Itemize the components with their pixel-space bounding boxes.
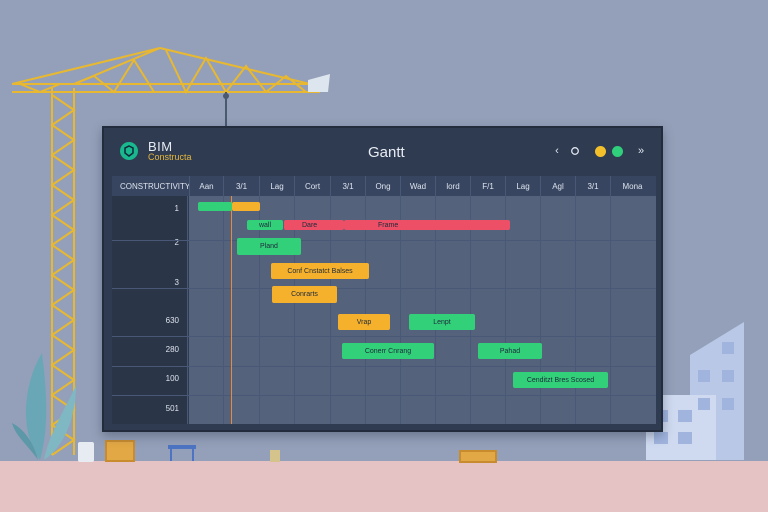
column-header: Lag — [259, 176, 294, 196]
first-column-header: CONSTRUCTIVITY — [120, 182, 191, 191]
column-header: F/1 — [470, 176, 505, 196]
brand-subtitle: Constructa — [148, 152, 192, 162]
column-header: Cort — [294, 176, 330, 196]
column-divider — [435, 196, 436, 424]
header-actions: ‹ » — [551, 145, 647, 157]
column-header: 3/1 — [223, 176, 259, 196]
today-marker — [231, 196, 232, 424]
column-divider — [540, 196, 541, 424]
column-header: Agl — [540, 176, 575, 196]
row-label: 501 — [165, 404, 179, 413]
task-bar[interactable]: wall — [247, 220, 283, 230]
row-label: 3 — [174, 278, 179, 287]
vase-illustration — [78, 442, 94, 462]
column-divider — [294, 196, 295, 424]
column-divider — [223, 196, 224, 424]
chevrons-right-icon[interactable]: » — [635, 145, 647, 157]
column-header: 3/1 — [575, 176, 610, 196]
column-divider — [365, 196, 366, 424]
settings-icon[interactable] — [569, 145, 581, 157]
gantt-grid: CONSTRUCTIVITY Aan 3/1 Lag Cort 3/1 Ong … — [112, 176, 656, 424]
status-green-icon[interactable] — [612, 145, 623, 157]
column-header: Aan — [189, 176, 223, 196]
chevron-left-icon[interactable]: ‹ — [551, 145, 563, 157]
row-label: 1 — [174, 204, 179, 213]
column-header: Wad — [400, 176, 435, 196]
row-label: 280 — [165, 345, 179, 354]
task-bar[interactable]: Conerr Cnrang — [342, 343, 434, 359]
plant-illustration — [12, 353, 76, 460]
bucket-illustration — [270, 450, 280, 462]
column-header: Mona — [610, 176, 654, 196]
column-divider — [470, 196, 471, 424]
bench-leg-illustration — [170, 449, 194, 461]
task-bar[interactable]: Conrarts — [272, 286, 337, 303]
column-header: Lag — [505, 176, 540, 196]
crate-illustration — [105, 440, 135, 462]
column-divider — [259, 196, 260, 424]
row-label: 630 — [165, 316, 179, 325]
task-bar[interactable] — [198, 202, 232, 211]
app-header: BIM Constructa Gantt ‹ » — [104, 128, 661, 174]
task-bar[interactable]: Dare — [284, 220, 344, 230]
column-divider — [400, 196, 401, 424]
timeline-header: CONSTRUCTIVITY Aan 3/1 Lag Cort 3/1 Ong … — [112, 176, 656, 196]
column-header: lord — [435, 176, 470, 196]
gantt-app-window: BIM Constructa Gantt ‹ » CONSTRUCTIVITY … — [102, 126, 663, 432]
task-bar[interactable]: Pahad — [478, 343, 542, 359]
task-bar[interactable]: Lenpt — [409, 314, 475, 330]
status-yellow-icon[interactable] — [595, 145, 606, 157]
task-bar[interactable]: Frame — [344, 220, 510, 230]
page-title: Gantt — [368, 144, 405, 161]
row-label: 100 — [165, 374, 179, 383]
task-bar[interactable]: Pland — [237, 238, 301, 255]
column-header: Ong — [365, 176, 400, 196]
task-bar[interactable]: Conf Cnstatct Balses — [271, 263, 369, 279]
column-divider — [575, 196, 576, 424]
column-divider — [610, 196, 611, 424]
column-header: 3/1 — [330, 176, 365, 196]
row-label-column: 1 2 3 630 280 100 501 — [112, 196, 188, 424]
column-divider — [330, 196, 331, 424]
pallet-illustration — [459, 450, 497, 463]
task-bar[interactable] — [232, 202, 260, 211]
bim-logo-icon — [120, 142, 138, 160]
column-divider — [505, 196, 506, 424]
task-bar[interactable]: Cenditzt Bres Scosed — [513, 372, 608, 388]
task-bar[interactable]: Vrap — [338, 314, 390, 330]
